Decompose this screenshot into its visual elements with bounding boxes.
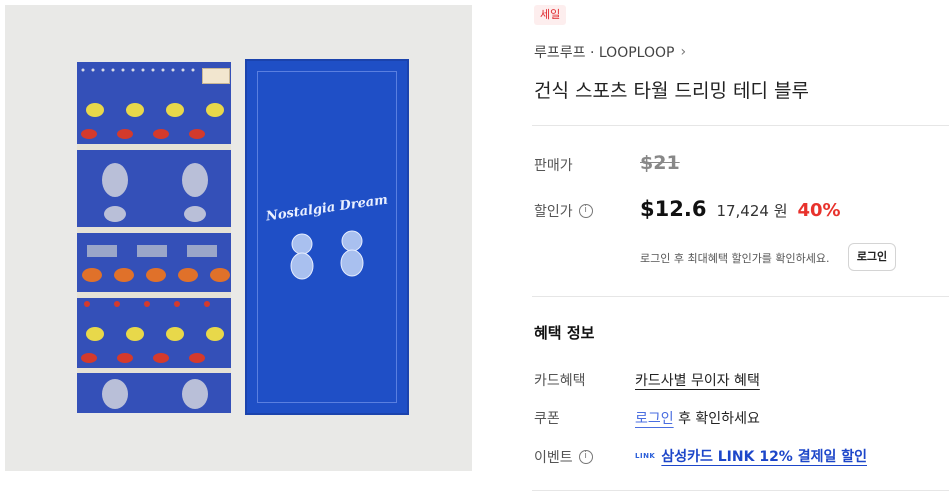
patterned-towel-image [77,62,231,413]
sale-price: $12.6 [640,197,707,221]
product-image[interactable]: Nostalgia Dream [5,5,472,471]
login-button[interactable]: 로그인 [848,243,896,271]
info-icon[interactable]: i [578,204,593,218]
sale-price-label-text: 할인가 [534,204,573,220]
krw-price: 17,424 원 [716,202,788,220]
chevron-right-icon: › [680,44,687,60]
product-info-panel: 세일 루프루프 · LOOPLOOP › 건식 스포츠 타월 드리밍 테디 블루… [532,0,949,496]
card-benefit-label-text: 카드혜택 [534,373,586,389]
sale-badge: 세일 [534,5,567,25]
benefits-title: 혜택 정보 [534,324,595,342]
product-detail-page: Nostalgia Dream 세일 루프루프 · LOOPLOOP › 건식 … [0,0,949,496]
card-benefit-label: 카드혜택 [534,370,586,390]
teddy-bears-graphic [290,230,364,280]
original-price: $21 [640,152,680,174]
list-price-label: 판매가 [534,155,573,175]
brand-link[interactable]: 루프루프 · LOOPLOOP › [534,42,686,62]
info-icon[interactable]: i [578,450,593,464]
link-card-icon: LINK [635,452,656,460]
event-link[interactable]: 삼성카드 LINK 12% 결제일 할인 [661,446,867,466]
event-value[interactable]: LINK 삼성카드 LINK 12% 결제일 할인 [635,446,867,466]
towel-label-tag [202,68,230,84]
coupon-label-text: 쿠폰 [534,411,560,427]
event-label: 이벤트 i [534,447,593,467]
login-note: 로그인 후 최대혜택 할인가를 확인하세요. [640,252,830,265]
card-benefit-value[interactable]: 카드사별 무이자 혜택 [635,370,760,390]
product-title: 건식 스포츠 타월 드리밍 테디 블루 [534,80,809,102]
coupon-value: 로그인 후 확인하세요 [635,408,760,428]
sale-price-row: $12.6 17,424 원 40% [640,197,841,221]
event-label-text: 이벤트 [534,450,573,466]
divider [532,125,949,126]
sale-price-label: 할인가 i [534,201,593,221]
list-price-label-text: 판매가 [534,158,573,174]
coupon-label: 쿠폰 [534,408,560,428]
coupon-suffix: 후 확인하세요 [678,411,760,427]
brand-name: 루프루프 · LOOPLOOP [534,45,675,61]
coupon-login-link[interactable]: 로그인 [635,411,674,427]
solid-towel-image: Nostalgia Dream [245,59,409,415]
knit-pattern-graphic [77,62,231,413]
divider [532,490,949,491]
divider [532,296,949,297]
discount-rate: 40% [797,200,841,221]
card-benefit-link[interactable]: 카드사별 무이자 혜택 [635,373,760,389]
